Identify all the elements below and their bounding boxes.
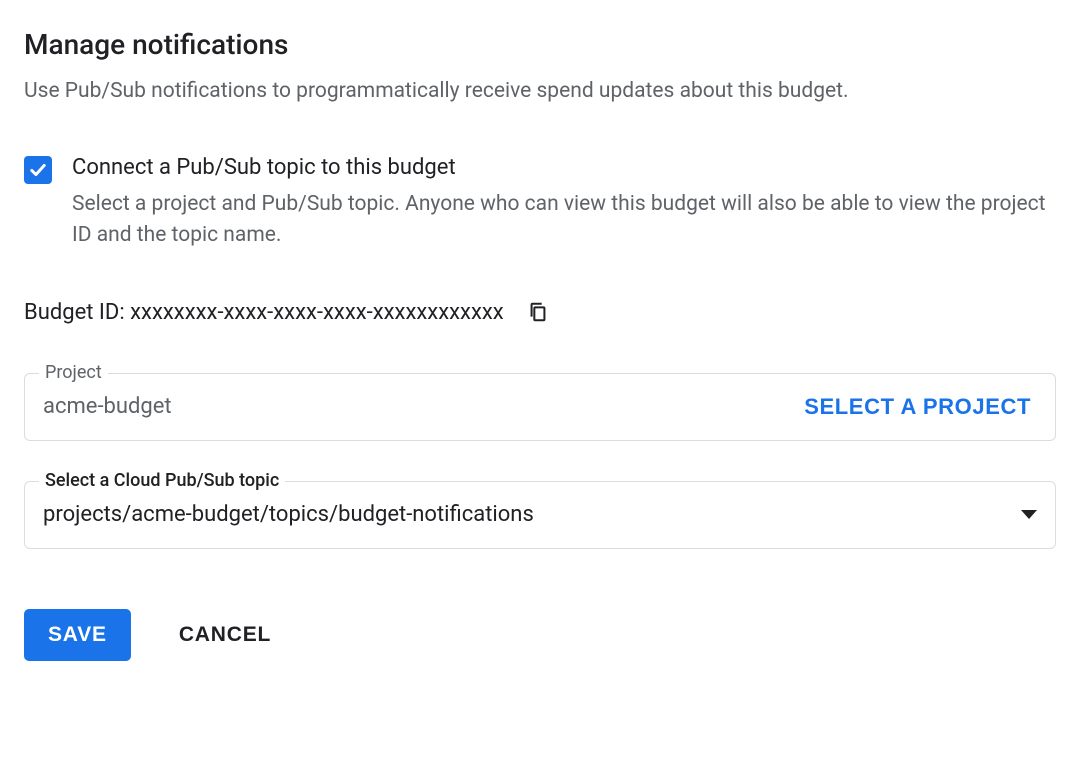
checkmark-icon <box>28 160 48 180</box>
topic-field-value: projects/acme-budget/topics/budget-notif… <box>43 502 1013 527</box>
project-field-legend: Project <box>39 362 108 383</box>
topic-dropdown[interactable]: Select a Cloud Pub/Sub topic projects/ac… <box>24 481 1056 549</box>
project-field-value: acme-budget <box>43 394 798 419</box>
budget-id-text: Budget ID: xxxxxxxx-xxxx-xxxx-xxxx-xxxxx… <box>24 300 504 325</box>
topic-field-group: Select a Cloud Pub/Sub topic projects/ac… <box>24 481 1056 549</box>
project-field-group: Project acme-budget SELECT A PROJECT <box>24 373 1056 441</box>
budget-id-row: Budget ID: xxxxxxxx-xxxx-xxxx-xxxx-xxxxx… <box>24 300 1056 325</box>
save-button[interactable]: SAVE <box>24 609 131 661</box>
copy-icon[interactable] <box>526 300 550 324</box>
pubsub-checkbox[interactable] <box>24 156 52 184</box>
pubsub-checkbox-row: Connect a Pub/Sub topic to this budget S… <box>24 154 1056 252</box>
pubsub-checkbox-content: Connect a Pub/Sub topic to this budget S… <box>72 154 1056 252</box>
pubsub-checkbox-description: Select a project and Pub/Sub topic. Anyo… <box>72 189 1056 252</box>
project-field: Project acme-budget SELECT A PROJECT <box>24 373 1056 441</box>
chevron-down-icon <box>1021 510 1037 519</box>
page-subtitle: Use Pub/Sub notifications to programmati… <box>24 77 1056 106</box>
topic-field-legend: Select a Cloud Pub/Sub topic <box>39 470 285 491</box>
page-title: Manage notifications <box>24 28 1056 61</box>
select-project-button[interactable]: SELECT A PROJECT <box>798 394 1037 420</box>
cancel-button[interactable]: CANCEL <box>171 609 279 661</box>
button-row: SAVE CANCEL <box>24 609 1056 661</box>
pubsub-checkbox-label: Connect a Pub/Sub topic to this budget <box>72 154 1056 183</box>
